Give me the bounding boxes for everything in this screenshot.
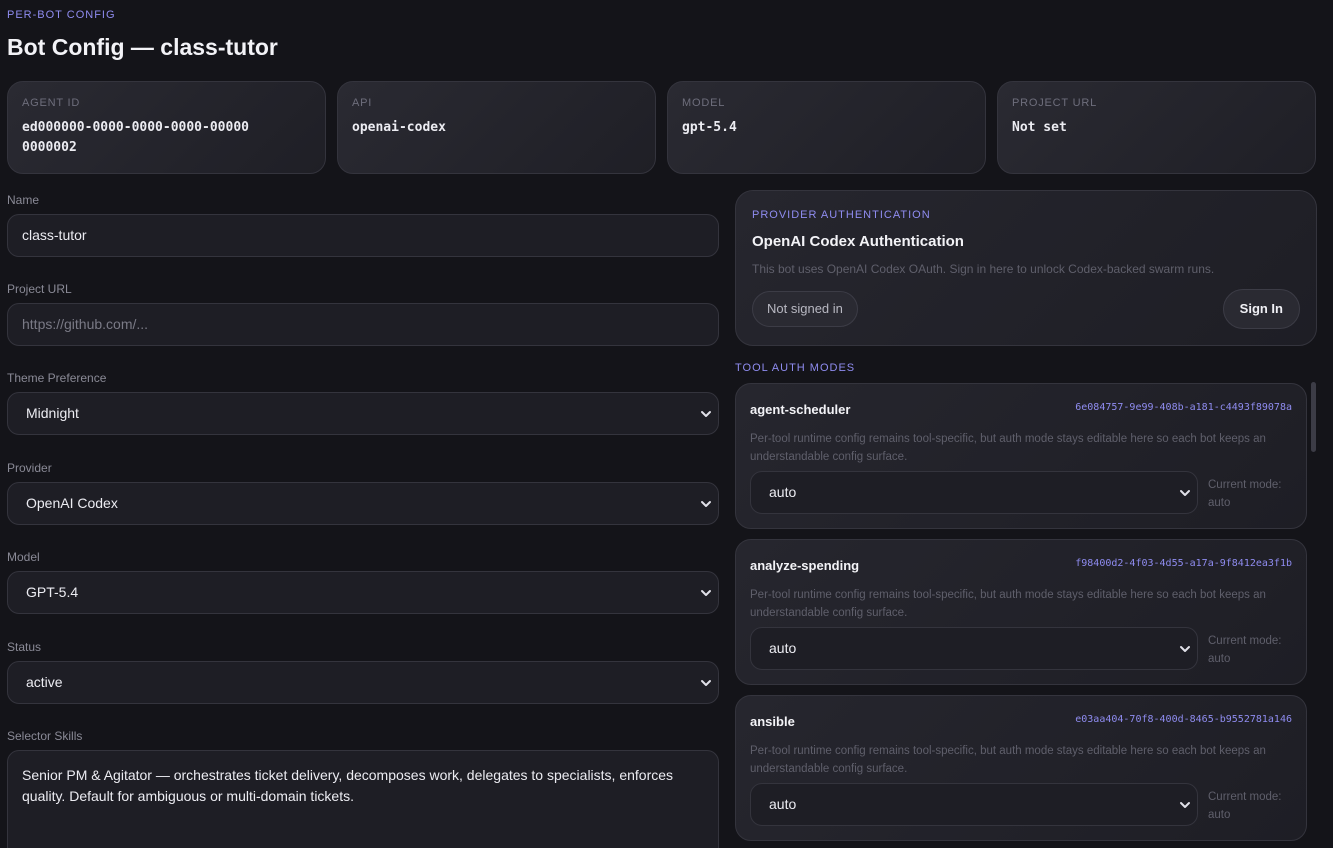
stat-value: gpt-5.4 [682, 120, 737, 135]
tool-name: ansible [750, 714, 795, 729]
chevron-down-icon [1180, 646, 1190, 652]
theme-select-value: Midnight [26, 405, 79, 421]
stat-label: MODEL [682, 97, 726, 109]
chevron-down-icon [1180, 490, 1190, 496]
provider-select-value: OpenAI Codex [26, 495, 118, 511]
current-mode-value: auto [1208, 497, 1231, 509]
name-input[interactable]: class-tutor [7, 214, 719, 257]
tool-card: agent-scheduler 6e084757-9e99-408b-a181-… [735, 383, 1307, 529]
stat-card-api: API openai-codex [337, 81, 656, 174]
chevron-down-icon [701, 590, 711, 596]
current-mode: Current mode: auto [1208, 476, 1282, 512]
stat-card-agent-id: AGENT ID ed000000-0000-0000-0000-0000000… [7, 81, 326, 174]
page-eyebrow: PER-BOT CONFIG [7, 9, 116, 21]
theme-label: Theme Preference [7, 371, 107, 385]
status-label: Status [7, 640, 42, 654]
stat-label: AGENT ID [22, 97, 81, 109]
current-mode-value: auto [1208, 809, 1231, 821]
name-label: Name [7, 193, 40, 207]
model-select[interactable]: GPT-5.4 [7, 571, 719, 614]
current-mode-label: Current mode: [1208, 635, 1282, 647]
status-select[interactable]: active [7, 661, 719, 704]
project-url-label: Project URL [7, 282, 72, 296]
chevron-down-icon [701, 501, 711, 507]
tool-auth-mode-value: auto [769, 796, 797, 812]
tool-auth-mode-select[interactable]: auto [750, 783, 1198, 826]
chevron-down-icon [701, 411, 711, 417]
sign-in-button[interactable]: Sign In [1222, 289, 1300, 329]
tool-card: analyze-spending f98400d2-4f03-4d55-a17a… [735, 539, 1307, 685]
current-mode-label: Current mode: [1208, 791, 1282, 803]
stat-card-model: MODEL gpt-5.4 [667, 81, 986, 174]
chevron-down-icon [1180, 802, 1190, 808]
selector-skills-textarea[interactable]: Senior PM & Agitator — orchestrates tick… [7, 750, 719, 848]
status-select-value: active [26, 674, 63, 690]
provider-label: Provider [7, 461, 52, 475]
tool-card: ansible e03aa404-70f8-400d-8465-b9552781… [735, 695, 1307, 841]
tool-auth-mode-select[interactable]: auto [750, 627, 1198, 670]
auth-eyebrow: PROVIDER AUTHENTICATION [752, 209, 931, 221]
auth-title: OpenAI Codex Authentication [752, 233, 964, 250]
tool-auth-mode-value: auto [769, 640, 797, 656]
stat-value: openai-codex [352, 120, 446, 135]
current-mode: Current mode: auto [1208, 788, 1282, 824]
tool-id: 6e084757-9e99-408b-a181-c4493f89078a [1075, 402, 1292, 413]
stat-value: ed000000-0000-0000-0000-000000000002 [22, 120, 249, 155]
tool-list-scrollbar[interactable] [1311, 382, 1316, 452]
provider-auth-card: PROVIDER AUTHENTICATION OpenAI Codex Aut… [735, 190, 1317, 346]
bot-config-page: PER-BOT CONFIG Bot Config — class-tutor … [0, 0, 1333, 848]
tool-auth-mode-select[interactable]: auto [750, 471, 1198, 514]
tool-name: analyze-spending [750, 558, 860, 573]
stat-label: API [352, 97, 373, 109]
chevron-down-icon [701, 680, 711, 686]
tool-description: Per-tool runtime config remains tool-spe… [750, 433, 1266, 463]
auth-description: This bot uses OpenAI Codex OAuth. Sign i… [752, 262, 1215, 276]
tool-name: agent-scheduler [750, 402, 851, 417]
tool-auth-mode-value: auto [769, 484, 797, 500]
provider-select[interactable]: OpenAI Codex [7, 482, 719, 525]
model-label: Model [7, 550, 40, 564]
current-mode-value: auto [1208, 653, 1231, 665]
tool-id: e03aa404-70f8-400d-8465-b9552781a146 [1075, 714, 1292, 725]
tool-description: Per-tool runtime config remains tool-spe… [750, 745, 1266, 775]
tool-auth-modes-heading: TOOL AUTH MODES [735, 362, 856, 374]
page-title: Bot Config — class-tutor [7, 34, 278, 60]
stat-card-project-url: PROJECT URL Not set [997, 81, 1316, 174]
model-select-value: GPT-5.4 [26, 584, 79, 600]
current-mode-label: Current mode: [1208, 479, 1282, 491]
project-url-input[interactable]: https://github.com/... [7, 303, 719, 346]
stat-value: Not set [1012, 120, 1067, 135]
tool-description: Per-tool runtime config remains tool-spe… [750, 589, 1266, 619]
stat-label: PROJECT URL [1012, 97, 1097, 109]
auth-status-badge: Not signed in [752, 291, 858, 327]
selector-skills-label: Selector Skills [7, 729, 83, 743]
theme-select[interactable]: Midnight [7, 392, 719, 435]
tool-id: f98400d2-4f03-4d55-a17a-9f8412ea3f1b [1075, 558, 1292, 569]
current-mode: Current mode: auto [1208, 632, 1282, 668]
